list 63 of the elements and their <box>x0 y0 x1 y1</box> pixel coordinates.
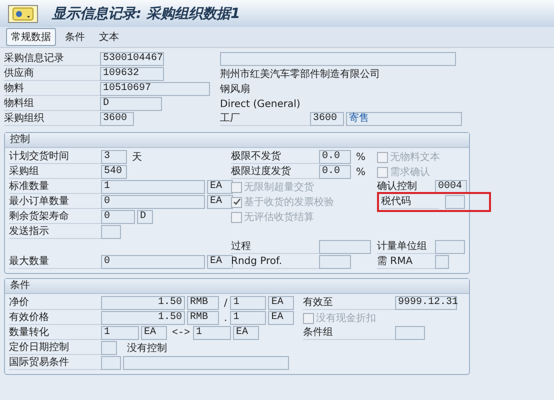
unit-field[interactable]: EA <box>141 326 167 340</box>
input-field[interactable]: 5300104467 <box>100 52 164 66</box>
input-field[interactable]: 9999.12.31 <box>395 296 457 310</box>
input-field[interactable]: 109632 <box>100 67 164 81</box>
input-field[interactable]: 3600 <box>310 112 344 126</box>
input-field[interactable] <box>395 326 425 340</box>
input-field[interactable]: 1 <box>101 180 205 194</box>
input-field[interactable] <box>101 356 121 370</box>
input-field[interactable] <box>319 240 371 254</box>
currency-field[interactable]: RMB <box>187 311 219 325</box>
plant-name: 寄售 <box>346 112 462 126</box>
field-label: 税代码 <box>381 195 439 209</box>
input-field[interactable]: 540 <box>101 165 127 179</box>
unit-field[interactable]: EA <box>207 195 233 209</box>
input-field[interactable]: 0 <box>101 210 135 224</box>
unit-field[interactable]: EA <box>233 326 260 340</box>
unit-field[interactable]: EA <box>207 180 233 194</box>
input-field[interactable]: 1.50 <box>101 296 185 310</box>
input-field[interactable] <box>220 52 456 66</box>
input-field[interactable]: 3600 <box>100 112 134 126</box>
material-group-name: Direct (General) <box>220 98 300 110</box>
input-field[interactable]: 3 <box>101 150 127 164</box>
input-field[interactable] <box>123 356 289 370</box>
input-field[interactable]: 1 <box>101 326 139 340</box>
input-field[interactable] <box>101 341 117 355</box>
input-field[interactable]: D <box>100 97 162 111</box>
section-title: 条件 <box>5 279 469 294</box>
input-field[interactable] <box>101 225 121 239</box>
conversion-label: <-> <box>172 328 190 338</box>
input-field[interactable]: 0.0 <box>319 165 351 179</box>
input-field[interactable]: 0 <box>101 255 205 269</box>
unit-field[interactable]: D <box>137 210 153 224</box>
pricing-control-text: 没有控制 <box>127 342 167 355</box>
input-field[interactable] <box>319 255 351 269</box>
unit-label: % <box>356 166 366 178</box>
tab[interactable]: 条件 <box>60 28 90 46</box>
input-field[interactable]: 1 <box>230 296 266 310</box>
unit-label: 天 <box>132 151 142 164</box>
menu-button[interactable] <box>8 4 38 22</box>
checkmark-icon <box>232 198 240 206</box>
input-field[interactable]: 10510697 <box>100 82 210 96</box>
currency-field[interactable]: RMB <box>187 296 219 310</box>
unit-field[interactable]: EA <box>268 296 294 310</box>
unit-field[interactable]: EA <box>207 255 233 269</box>
separator-label: / <box>224 298 228 308</box>
unit-label: % <box>356 152 366 162</box>
tab[interactable]: 文本 <box>94 28 124 46</box>
tab[interactable]: 常规数据 <box>6 28 56 46</box>
separator-label: . <box>224 312 228 324</box>
input-field[interactable]: 0 <box>101 195 205 209</box>
unit-field[interactable]: EA <box>268 311 294 325</box>
input-field[interactable] <box>445 195 465 209</box>
input-field[interactable]: 0.0 <box>319 150 351 164</box>
input-field[interactable]: 1 <box>230 311 266 325</box>
vendor-name: 荆州市红美汽车零部件制造有限公司 <box>220 68 380 81</box>
material-name: 钢风扇 <box>220 82 250 96</box>
menu-icon <box>12 6 34 20</box>
section-title: 控制 <box>5 133 469 148</box>
input-field[interactable] <box>435 240 465 254</box>
input-field[interactable] <box>435 255 449 269</box>
window-title: 显示信息记录: 采购组织数据1 <box>52 4 240 22</box>
input-field[interactable]: 1 <box>193 326 232 340</box>
input-field[interactable]: 1.50 <box>101 311 185 325</box>
